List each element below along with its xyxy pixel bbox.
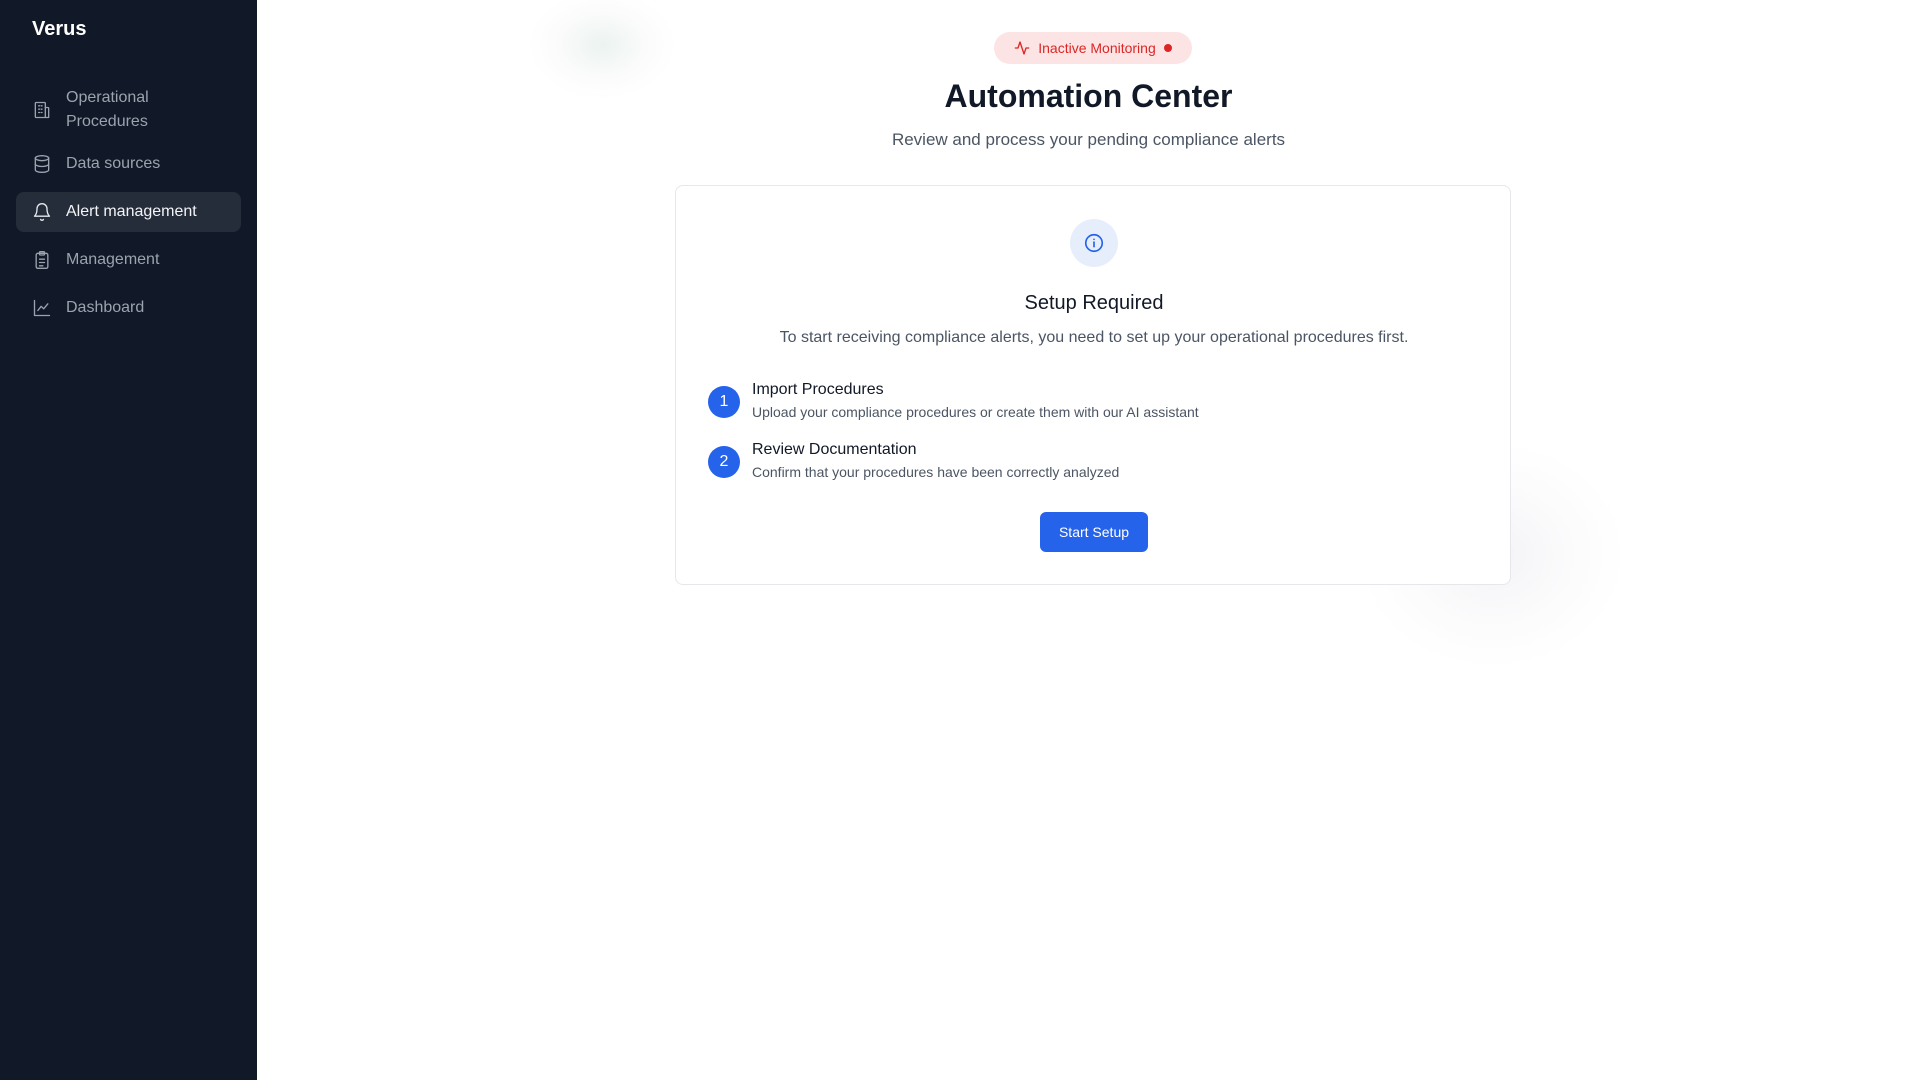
step-description: Confirm that your procedures have been c… [752, 464, 1120, 480]
setup-card: Setup Required To start receiving compli… [675, 185, 1511, 585]
database-icon [32, 154, 52, 174]
activity-icon [1014, 41, 1030, 55]
sidebar-item-management[interactable]: Management [16, 240, 241, 280]
step-number: 2 [708, 446, 740, 478]
main-content: Inactive Monitoring Automation Center Re… [257, 0, 1920, 1080]
building-icon [32, 100, 52, 120]
setup-card-description: To start receiving compliance alerts, yo… [779, 329, 1409, 346]
page-title: Automation Center [944, 78, 1233, 114]
clipboard-icon [32, 250, 52, 270]
sidebar-item-label: Management [66, 251, 160, 268]
setup-step: 2 Review Documentation Confirm that your… [708, 440, 1119, 482]
step-content: Review Documentation Confirm that your p… [752, 440, 1119, 482]
sidebar-nav: Operational Procedures Data sources Aler… [16, 84, 241, 336]
sidebar-item-alert-management[interactable]: Alert management [16, 192, 241, 232]
step-title: Review Documentation [752, 441, 917, 458]
line-chart-icon [32, 298, 52, 318]
step-title: Import Procedures [752, 381, 884, 398]
setup-card-title: Setup Required [1024, 292, 1164, 314]
sidebar-item-label: Data sources [66, 155, 161, 172]
page-subtitle: Review and process your pending complian… [891, 130, 1286, 149]
brand-logo[interactable]: Verus [32, 18, 86, 41]
setup-step: 1 Import Procedures Upload your complian… [708, 380, 1199, 422]
step-description: Upload your compliance procedures or cre… [752, 404, 1199, 420]
sidebar-item-dashboard[interactable]: Dashboard [16, 288, 241, 328]
sidebar-item-data-sources[interactable]: Data sources [16, 144, 241, 184]
sidebar-item-label: Dashboard [66, 299, 145, 316]
status-badge: Inactive Monitoring [994, 32, 1192, 64]
sidebar-item-label: Operational Procedures [66, 89, 149, 130]
start-setup-button[interactable]: Start Setup [1040, 512, 1148, 552]
bell-icon [32, 202, 52, 222]
step-content: Import Procedures Upload your compliance… [752, 380, 1199, 422]
sidebar: Verus Operational Procedures Data source… [0, 0, 257, 1080]
status-badge-label: Inactive Monitoring [1038, 40, 1156, 56]
step-number: 1 [708, 386, 740, 418]
sidebar-item-operational-procedures[interactable]: Operational Procedures [16, 84, 241, 136]
info-icon [1070, 219, 1118, 267]
status-dot [1163, 44, 1172, 52]
sidebar-item-label: Alert management [66, 203, 197, 220]
